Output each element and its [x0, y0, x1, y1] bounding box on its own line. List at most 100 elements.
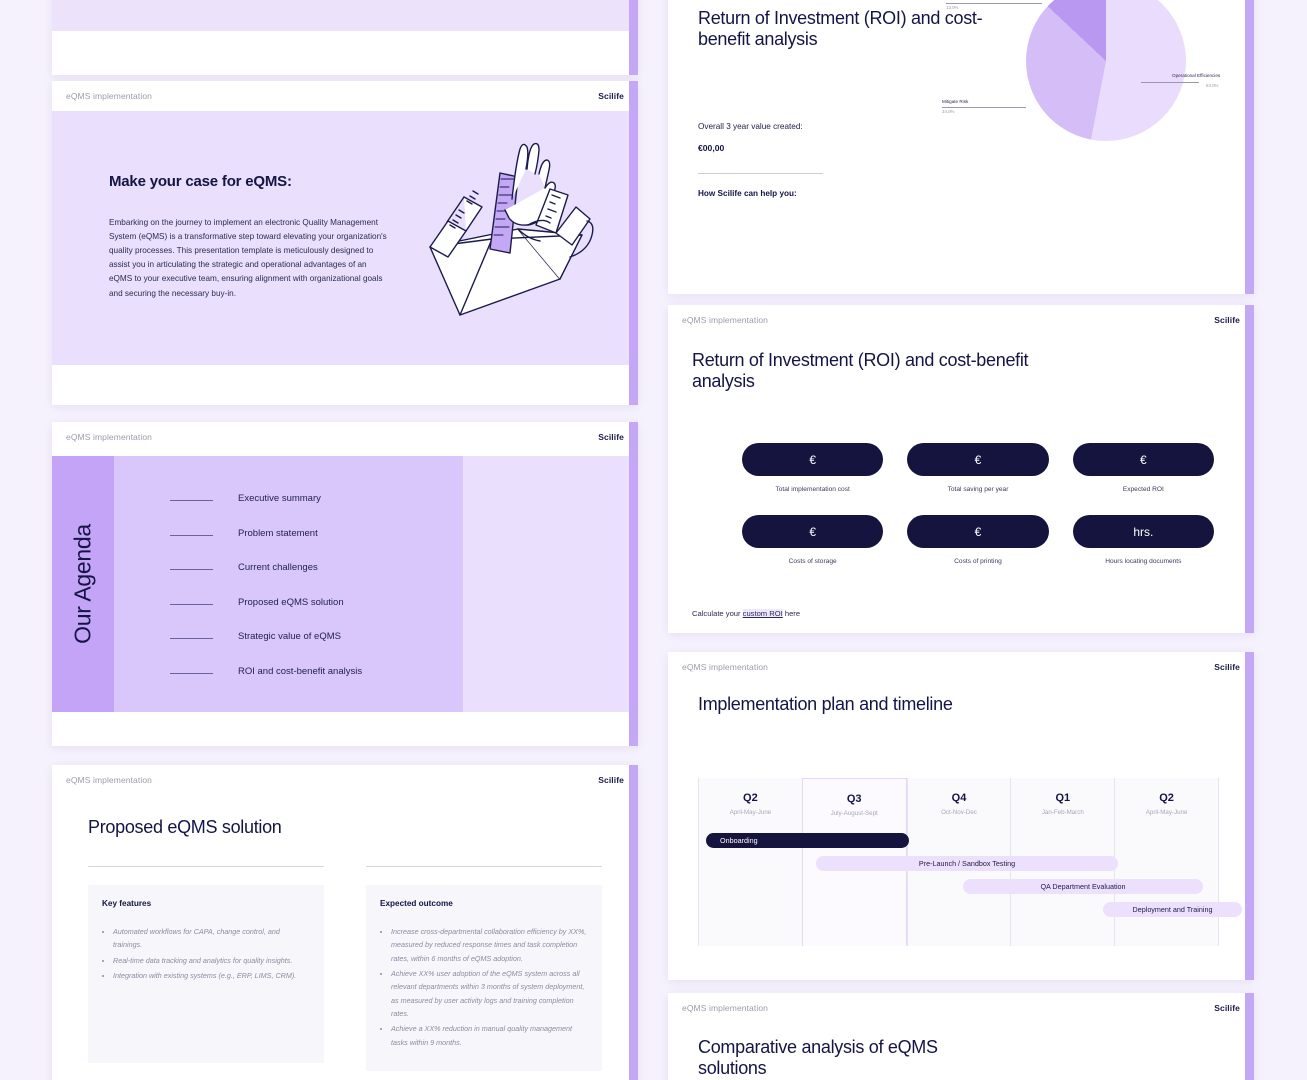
- slide-kicker: eQMS implementation: [682, 662, 768, 672]
- brand-logo: Scilife: [598, 775, 624, 785]
- gantt-bar-onboarding[interactable]: Onboarding: [706, 833, 909, 848]
- brand-logo: Scilife: [598, 432, 624, 442]
- footer-pre-text: Calculate your: [692, 609, 743, 618]
- gantt-bar-prelaunch[interactable]: Pre-Launch / Sandbox Testing: [816, 856, 1118, 871]
- slide-partial-top-left[interactable]: [52, 0, 638, 75]
- slide-agenda[interactable]: Our Agenda eQMS implementation Scilife E…: [52, 422, 638, 746]
- agenda-item[interactable]: Current challenges: [170, 557, 470, 592]
- solution-column-key-features: Key features Automated workflows for CAP…: [88, 866, 324, 1071]
- gantt-bar-qa-eval[interactable]: QA Department Evaluation: [963, 879, 1203, 894]
- brand-logo: Scilife: [598, 91, 624, 101]
- slide-kicker: eQMS implementation: [66, 775, 152, 785]
- agenda-item[interactable]: Strategic value of eQMS: [170, 626, 470, 661]
- slide-header: eQMS implementation Scilife: [668, 993, 1254, 1023]
- key-features-list: Automated workflows for CAPA, change con…: [113, 925, 310, 982]
- metric-caption: Costs of printing: [954, 558, 1002, 565]
- agenda-item[interactable]: Executive summary: [170, 488, 470, 523]
- agenda-item[interactable]: ROI and cost-benefit analysis: [170, 661, 470, 696]
- divider: [698, 173, 823, 174]
- roi-metric[interactable]: € Costs of printing: [907, 515, 1049, 565]
- how-scilife-helps-label: How Scilife can help you:: [698, 189, 797, 198]
- agenda-dash: [170, 638, 213, 639]
- card-heading: Key features: [102, 899, 152, 908]
- make-case-copy: Make your case for eQMS: Embarking on th…: [109, 173, 389, 301]
- slide-implementation-timeline[interactable]: eQMS implementation Scilife Implementati…: [668, 652, 1254, 980]
- slide-comparative-analysis[interactable]: eQMS implementation Scilife Comparative …: [668, 993, 1254, 1080]
- slide-header: eQMS implementation Scilife: [52, 765, 638, 795]
- metric-pill[interactable]: €: [742, 443, 884, 476]
- brand-logo: Scilife: [1214, 315, 1240, 325]
- gantt-chart: Q2 April-May-June Q3 July-August-Sept Q4…: [698, 778, 1242, 946]
- card-heading: Expected outcome: [380, 899, 453, 908]
- metric-pill[interactable]: €: [1072, 443, 1214, 476]
- slide-make-your-case[interactable]: eQMS implementation Scilife Make your ca…: [52, 81, 638, 405]
- slide-kicker: eQMS implementation: [66, 91, 152, 101]
- slide-roi-pie-chart[interactable]: Return of Investment (ROI) and cost-bene…: [668, 0, 1254, 294]
- footer-post-text: here: [782, 609, 801, 618]
- list-item: Achieve a XX% reduction in manual qualit…: [391, 1022, 588, 1049]
- agenda-dash: [170, 500, 213, 501]
- agenda-item-label: Strategic value of eQMS: [238, 631, 341, 642]
- custom-roi-link[interactable]: custom ROI: [742, 609, 783, 618]
- solution-column-expected-outcome: Expected outcome Increase cross-departme…: [366, 866, 602, 1071]
- metric-caption: Total implementation cost: [775, 486, 850, 493]
- roi-metric[interactable]: hrs. Hours locating documents: [1072, 515, 1214, 565]
- roi-metric[interactable]: € Total implementation cost: [742, 443, 884, 493]
- roi-metric[interactable]: € Expected ROI: [1072, 443, 1214, 493]
- list-item: Achieve XX% user adoption of the eQMS sy…: [391, 967, 588, 1020]
- agenda-list: Executive summary Problem statement Curr…: [170, 488, 470, 695]
- roi-pie-chart: Growth/Protect Revenue 13.0% Mitigate Ri…: [938, 0, 1238, 237]
- agenda-item[interactable]: Problem statement: [170, 523, 470, 558]
- agenda-item-label: ROI and cost-benefit analysis: [238, 665, 363, 677]
- expected-outcome-card: Expected outcome Increase cross-departme…: [366, 885, 602, 1071]
- slide-accent-edge: [629, 0, 638, 75]
- metric-pill[interactable]: hrs.: [1072, 515, 1214, 548]
- slide-proposed-solution[interactable]: eQMS implementation Scilife Proposed eQM…: [52, 765, 638, 1080]
- divider: [88, 866, 324, 867]
- roi-metric[interactable]: € Costs of storage: [742, 515, 884, 565]
- slide-roi-metrics[interactable]: eQMS implementation Scilife Return of In…: [668, 305, 1254, 633]
- pie-slice-label-ops: Operational Efficiencies: [1172, 73, 1221, 78]
- slide-accent-edge: [1245, 305, 1254, 633]
- brand-logo: Scilife: [1214, 662, 1240, 672]
- slide-accent-edge: [1245, 0, 1254, 294]
- agenda-item[interactable]: Proposed eQMS solution: [170, 592, 470, 627]
- agenda-spine: Our Agenda: [52, 456, 114, 712]
- slide-accent-edge: [629, 81, 638, 405]
- slide-header: eQMS implementation Scilife: [52, 81, 638, 111]
- slide-header: eQMS implementation Scilife: [668, 305, 1254, 335]
- list-item: Automated workflows for CAPA, change con…: [113, 925, 310, 952]
- page-title: Implementation plan and timeline: [698, 694, 953, 714]
- solution-columns: Key features Automated workflows for CAP…: [88, 866, 602, 1071]
- slide-kicker: eQMS implementation: [66, 432, 152, 442]
- pie-leader-line: [1141, 82, 1199, 83]
- list-item: Real-time data tracking and analytics fo…: [113, 954, 310, 967]
- page-title: Comparative analysis of eQMS solutions: [698, 1037, 938, 1079]
- pie-slice-value-risk: 34.0%: [942, 109, 955, 114]
- divider: [366, 866, 602, 867]
- pie-leader-line: [946, 3, 1042, 4]
- roi-metric[interactable]: € Total saving per year: [907, 443, 1049, 493]
- metric-caption: Costs of storage: [788, 558, 837, 565]
- agenda-item-label: Problem statement: [238, 527, 318, 539]
- slide-header: eQMS implementation Scilife: [668, 652, 1254, 682]
- metric-pill[interactable]: €: [907, 515, 1049, 548]
- slide-accent-edge: [1245, 652, 1254, 980]
- agenda-item-label: Executive summary: [238, 493, 321, 504]
- roi-metric-grid: € Total implementation cost € Total savi…: [742, 443, 1214, 565]
- agenda-dash: [170, 569, 213, 570]
- gantt-bars: Onboarding Pre-Launch / Sandbox Testing …: [698, 778, 1242, 946]
- agenda-dash: [170, 672, 213, 674]
- roi-value-block: Overall 3 year value created: €00,00 How…: [698, 122, 823, 198]
- make-case-body: Embarking on the journey to implement an…: [109, 218, 387, 298]
- toolbox-illustration: [429, 142, 594, 316]
- brand-logo: Scilife: [1214, 1003, 1240, 1013]
- metric-pill[interactable]: €: [742, 515, 884, 548]
- pie-leader-line: [942, 107, 1026, 108]
- page-title: Return of Investment (ROI) and cost-bene…: [692, 350, 1029, 392]
- key-features-card: Key features Automated workflows for CAP…: [88, 885, 324, 1063]
- agenda-dash: [170, 603, 213, 605]
- agenda-item-label: Proposed eQMS solution: [238, 596, 344, 608]
- metric-pill[interactable]: €: [907, 443, 1049, 476]
- gantt-bar-deployment[interactable]: Deployment and Training: [1103, 902, 1242, 917]
